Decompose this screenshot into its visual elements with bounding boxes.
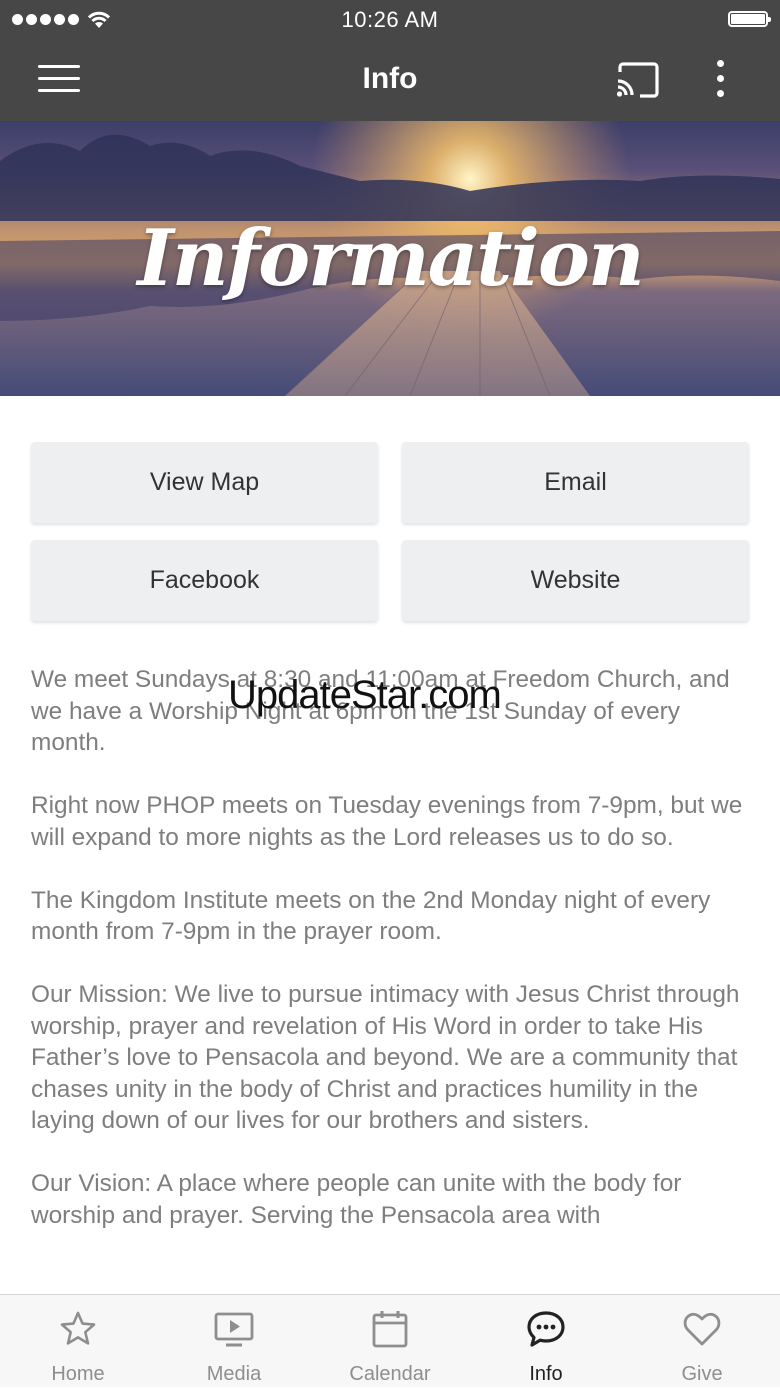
paragraph-kingdom-institute: The Kingdom Institute meets on the 2nd M…: [31, 886, 711, 946]
tab-info[interactable]: Info: [468, 1295, 624, 1388]
header-banner-image: Information: [0, 121, 780, 396]
cast-icon[interactable]: [614, 60, 660, 100]
calendar-icon: [372, 1311, 408, 1348]
tab-home[interactable]: Home: [0, 1295, 156, 1388]
tab-home-label: Home: [51, 1363, 105, 1385]
paragraph-mission: Our Mission: We live to pursue intimacy …: [31, 981, 740, 1134]
tab-calendar[interactable]: Calendar: [312, 1295, 468, 1388]
email-button[interactable]: Email: [402, 442, 749, 523]
bottom-tab-bar: Home Media Calendar Info Give: [0, 1294, 780, 1387]
paragraph-vision: Our Vision: A place where people can uni…: [31, 1170, 682, 1229]
battery-icon: [728, 11, 771, 27]
watermark: UpdateStar.com: [228, 673, 502, 717]
view-map-button[interactable]: View Map: [31, 442, 378, 523]
tab-calendar-label: Calendar: [349, 1363, 431, 1385]
banner-title: Information: [137, 213, 644, 304]
status-bar: 10:26 AM: [0, 0, 780, 40]
top-navigation-bar: Info: [0, 40, 780, 121]
info-description: We meet Sundays at 8:30 and 11:00am at F…: [31, 664, 756, 1263]
tab-give-label: Give: [681, 1363, 723, 1385]
status-time: 10:26 AM: [341, 7, 439, 32]
page-title: Info: [362, 62, 418, 95]
website-button[interactable]: Website: [402, 540, 749, 621]
tab-give[interactable]: Give: [624, 1295, 780, 1388]
tab-info-label: Info: [529, 1363, 563, 1385]
paragraph-phop: Right now PHOP meets on Tuesday evenings…: [31, 792, 743, 851]
play-screen-icon: [214, 1312, 254, 1347]
tab-media-label: Media: [206, 1363, 262, 1385]
chat-bubble-icon: [527, 1311, 565, 1347]
heart-icon: [683, 1312, 721, 1346]
star-icon: [60, 1311, 96, 1345]
facebook-button[interactable]: Facebook: [31, 540, 378, 621]
more-vertical-icon[interactable]: [712, 60, 728, 100]
tab-media[interactable]: Media: [156, 1295, 312, 1388]
